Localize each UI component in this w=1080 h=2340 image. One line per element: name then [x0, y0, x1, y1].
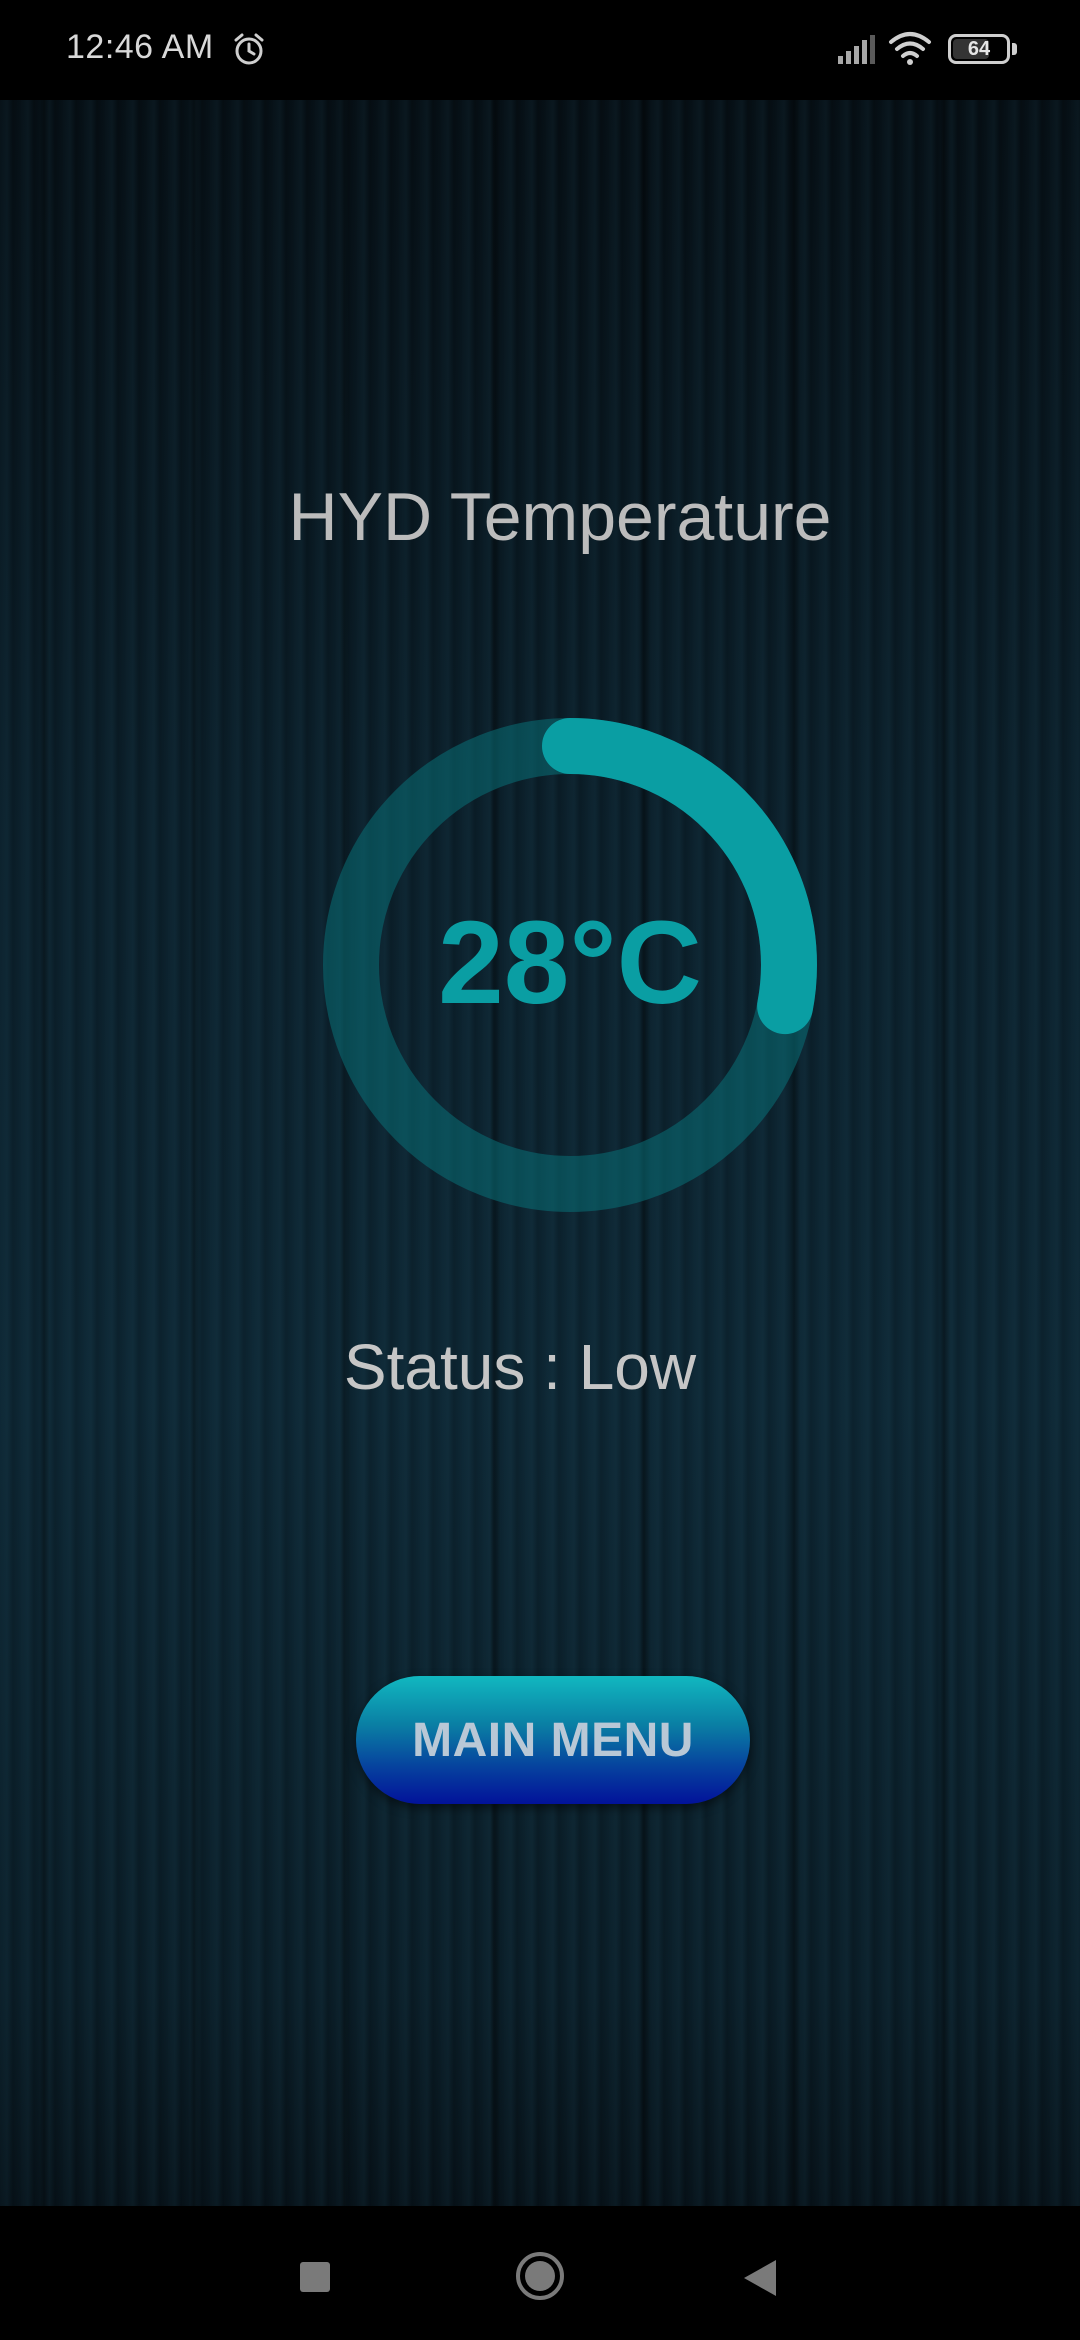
battery-percent: 64 [967, 38, 991, 60]
battery-nub [1012, 43, 1017, 55]
triangle-back-icon[interactable] [742, 2258, 778, 2298]
battery-icon: 64 [948, 34, 1010, 64]
wifi-icon [889, 32, 931, 65]
main-menu-button[interactable]: MAIN MENU [356, 1676, 750, 1804]
main-menu-label: MAIN MENU [412, 1713, 694, 1767]
temperature-value: 28°C [438, 897, 702, 1029]
cellular-signal-icon [838, 35, 875, 64]
page-title: HYD Temperature [288, 479, 832, 555]
circle-home-icon[interactable] [514, 2250, 566, 2302]
status-time: 12:46 AM [66, 28, 214, 66]
temperature-screen: 12:46 AM 64 HYD Temperature 28°C Status … [0, 0, 1080, 2340]
square-recents-icon[interactable] [300, 2262, 330, 2292]
status-label: Status : Low [343, 1331, 697, 1403]
status-bar: 12:46 AM 64 [0, 0, 1080, 100]
navigation-bar [0, 2206, 1080, 2340]
alarm-clock-icon [234, 33, 264, 65]
